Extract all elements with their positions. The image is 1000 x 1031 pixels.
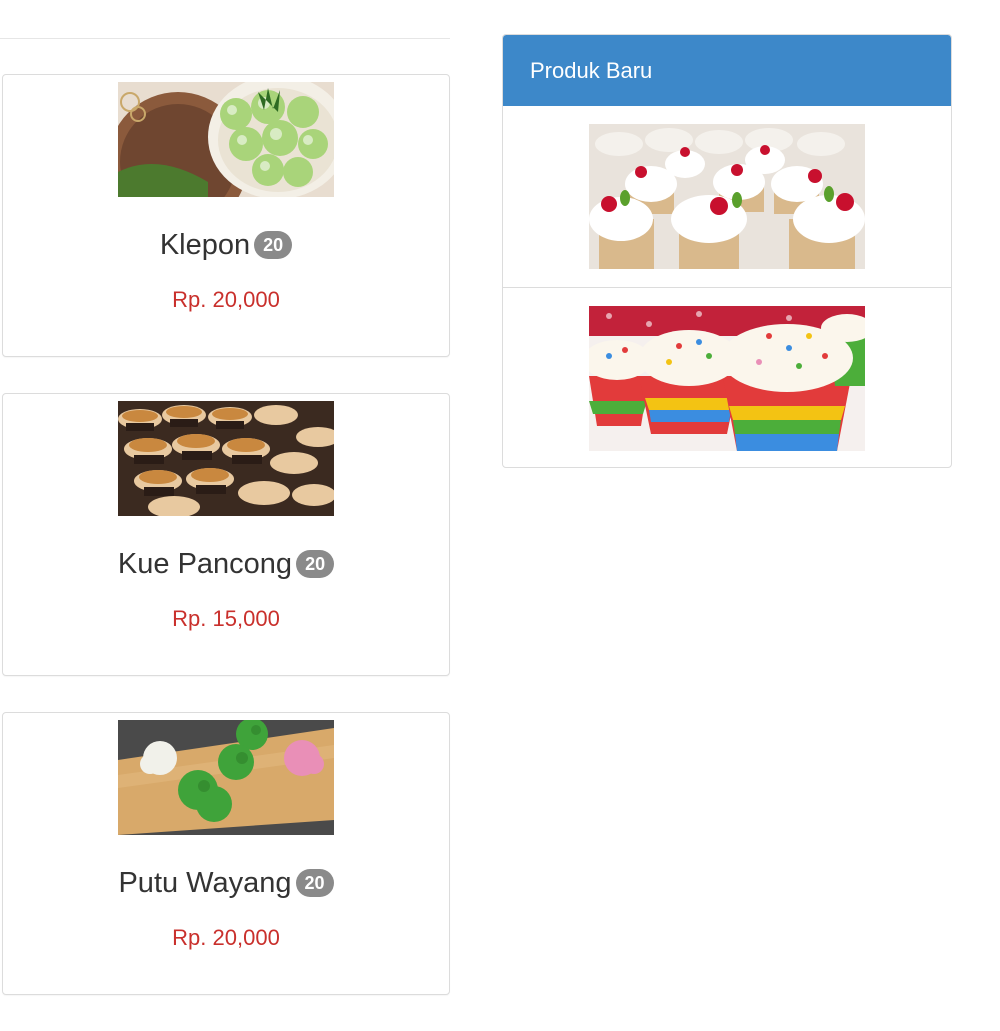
product-name[interactable]: Klepon — [160, 229, 250, 261]
strawberry-cupcakes-image[interactable] — [589, 124, 865, 269]
product-price: Rp. 15,000 — [172, 606, 280, 631]
product-name-line: Kue Pancong 20 — [3, 546, 449, 582]
product-name-line: Klepon 20 — [3, 227, 449, 263]
product-card: Klepon 20 Rp. 20,000 — [2, 74, 450, 357]
top-divider — [0, 38, 450, 39]
klepon-image[interactable] — [118, 82, 334, 197]
stock-badge: 20 — [295, 869, 334, 898]
new-products-panel: Produk Baru — [502, 34, 952, 468]
product-card: Kue Pancong 20 Rp. 15,000 — [2, 393, 450, 676]
product-list: Klepon 20 Rp. 20,000 Kue Pancong 20 Rp. … — [2, 74, 450, 1031]
new-product-item — [503, 287, 951, 467]
putu-wayang-image[interactable] — [118, 720, 334, 835]
stock-badge: 20 — [296, 550, 335, 579]
product-name-line: Putu Wayang 20 — [3, 865, 449, 901]
product-price: Rp. 20,000 — [172, 925, 280, 950]
product-name[interactable]: Putu Wayang — [118, 867, 291, 899]
stock-badge: 20 — [254, 231, 293, 260]
product-card: Putu Wayang 20 Rp. 20,000 — [2, 712, 450, 995]
panel-heading: Produk Baru — [503, 35, 951, 106]
rainbow-cupcakes-image[interactable] — [589, 306, 865, 451]
product-name[interactable]: Kue Pancong — [118, 548, 292, 580]
new-product-item — [503, 106, 951, 287]
kue-pancong-image[interactable] — [118, 401, 334, 516]
product-price: Rp. 20,000 — [172, 287, 280, 312]
